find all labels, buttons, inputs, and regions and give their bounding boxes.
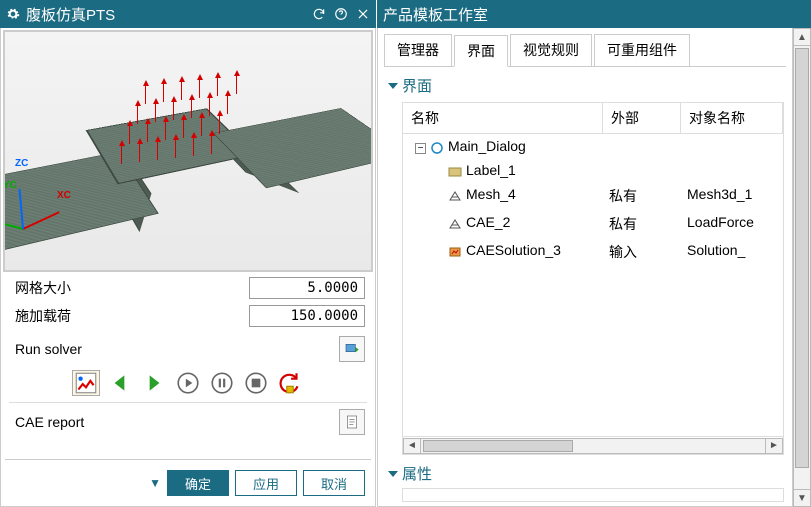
- ok-button[interactable]: 确定: [167, 470, 229, 496]
- table-row[interactable]: − Main_Dialog: [403, 134, 783, 158]
- col-name[interactable]: 名称: [403, 103, 603, 133]
- tab-bar: 管理器 界面 视觉规则 可重用组件: [378, 28, 792, 66]
- playback-bar: [9, 364, 367, 403]
- tree-node-label: Main_Dialog: [448, 138, 526, 154]
- template-studio-panel: 产品模板工作室 管理器 界面 视觉规则 可重用组件 界面 名称 外部 对象名称: [376, 0, 811, 507]
- table-row[interactable]: Label_1: [403, 158, 783, 182]
- gear-icon[interactable]: [6, 7, 20, 21]
- panel-title: 产品模板工作室: [383, 4, 488, 25]
- tree-node-label: Label_1: [466, 162, 516, 178]
- vertical-scrollbar[interactable]: ▲▼: [793, 28, 811, 507]
- tree-toggle[interactable]: −: [415, 143, 426, 154]
- chevron-down-icon: [388, 83, 398, 89]
- refresh-icon[interactable]: [312, 7, 326, 21]
- interface-tree-table: 名称 外部 对象名称 − Main_Dialog Label_1 Mesh_4私有Me…: [402, 102, 784, 455]
- table-row[interactable]: CAESolution_3输入Solution_: [403, 238, 783, 266]
- col-external[interactable]: 外部: [603, 103, 681, 133]
- apply-button[interactable]: 应用: [235, 470, 297, 496]
- mesh-size-input[interactable]: [249, 277, 365, 299]
- play-icon[interactable]: [174, 370, 202, 396]
- mesh-size-label: 网格大小: [15, 278, 249, 298]
- help-icon[interactable]: [334, 7, 348, 21]
- run-solver-label: Run solver: [15, 341, 82, 357]
- label-icon: [448, 165, 462, 177]
- load-label: 施加载荷: [15, 306, 249, 326]
- col-obj-name[interactable]: 对象名称: [681, 103, 783, 133]
- cae-report-button[interactable]: [339, 409, 365, 435]
- circle-icon: [430, 141, 444, 153]
- tab-visual-rules[interactable]: 视觉规则: [510, 34, 592, 66]
- reset-icon[interactable]: [276, 370, 304, 396]
- mesh-size-row: 网格大小: [1, 274, 375, 302]
- chevron-down-icon: [388, 471, 398, 477]
- model-viewport[interactable]: ZC XC YC: [3, 30, 373, 272]
- table-row[interactable]: CAE_2私有LoadForce: [403, 210, 783, 238]
- step-back-icon[interactable]: [106, 370, 134, 396]
- dialog-title-bar: 腹板仿真PTS: [0, 0, 376, 28]
- tree-node-label: Mesh_4: [466, 186, 516, 202]
- tab-interface[interactable]: 界面: [454, 35, 508, 67]
- load-input[interactable]: [249, 305, 365, 327]
- tab-manager[interactable]: 管理器: [384, 34, 452, 66]
- tree-node-label: CAESolution_3: [466, 242, 561, 258]
- horizontal-scrollbar[interactable]: ◄►: [403, 436, 783, 454]
- step-forward-icon[interactable]: [140, 370, 168, 396]
- pause-icon[interactable]: [208, 370, 236, 396]
- section-interface[interactable]: 界面: [378, 67, 792, 100]
- simulation-dialog: 腹板仿真PTS: [0, 0, 376, 507]
- stop-icon[interactable]: [242, 370, 270, 396]
- coord-triad: ZC XC YC: [23, 170, 83, 230]
- close-icon[interactable]: [356, 7, 370, 21]
- tree-node-label: CAE_2: [466, 214, 510, 230]
- dialog-title: 腹板仿真PTS: [26, 4, 115, 25]
- run-solver-button[interactable]: [339, 336, 365, 362]
- cancel-button[interactable]: 取消: [303, 470, 365, 496]
- table-row[interactable]: Mesh_4私有Mesh3d_1: [403, 182, 783, 210]
- solution-icon: [448, 245, 462, 257]
- results-icon[interactable]: [72, 370, 100, 396]
- mesh-icon: [448, 217, 462, 229]
- panel-title-bar: 产品模板工作室: [377, 0, 811, 28]
- cae-report-label: CAE report: [15, 414, 84, 430]
- mesh-icon: [448, 189, 462, 201]
- load-row: 施加载荷: [1, 302, 375, 330]
- tab-reusable[interactable]: 可重用组件: [594, 34, 690, 66]
- section-attributes[interactable]: 属性: [378, 455, 792, 488]
